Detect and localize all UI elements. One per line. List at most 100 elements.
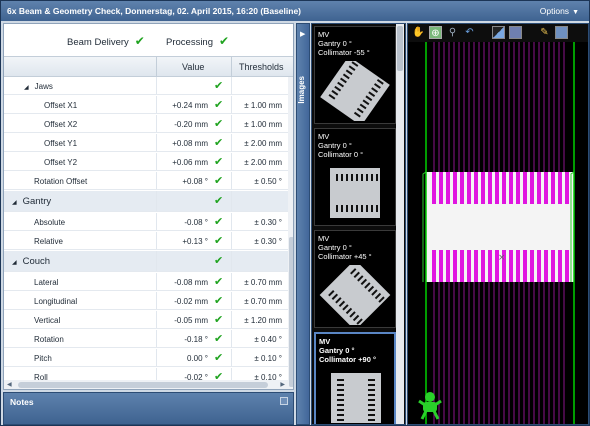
options-menu[interactable]: Options ▼	[540, 1, 579, 23]
chevron-down-icon: ▼	[572, 9, 579, 16]
image-thumbnail-list: MV Gantry 0 ° Collimator -55 ° MV Gantry 0 °…	[311, 23, 406, 425]
invert-icon[interactable]	[509, 26, 522, 39]
thumbnail-card[interactable]: MV Gantry 0 ° Collimator +45 °	[314, 230, 396, 328]
thumbnail-caption: MV Gantry 0 ° Collimator +45 °	[318, 234, 372, 261]
scroll-left-icon[interactable]: ◀	[7, 381, 12, 388]
thumbnail-image	[320, 61, 390, 121]
thumbnail-scrollbar[interactable]	[396, 24, 404, 424]
collapse-arrow-icon[interactable]: ▶	[300, 30, 305, 38]
notes-panel[interactable]: Notes	[3, 392, 294, 425]
checkmark-icon: ✔	[214, 118, 224, 130]
row-label: Vertical	[34, 316, 60, 325]
thumbnail-card[interactable]: MV Gantry 0 ° Collimator +90 °	[314, 332, 396, 424]
scrollbar-thumb[interactable]	[397, 26, 403, 71]
thumbnail-caption: MV Gantry 0 ° Collimator -55 °	[318, 30, 370, 57]
checkmark-icon: ✔	[214, 235, 224, 247]
horizontal-scrollbar[interactable]: ◀ ▶	[4, 380, 288, 389]
expand-caret-icon[interactable]: ◢	[12, 200, 17, 206]
results-table-body: ◢ Jaws ✔ Offset X1 +0.24 mm ✔ ± 1.00 mm Offset …	[4, 77, 288, 389]
pan-hand-icon[interactable]: ✋	[412, 26, 425, 39]
row-value: -0.02 mm	[174, 297, 208, 306]
checkmark-icon: ✔	[214, 137, 224, 149]
row-label-text: Rotation	[34, 335, 64, 344]
thumbnail-card[interactable]: MV Gantry 0 ° Collimator 0 °	[314, 128, 396, 226]
row-label-text: Vertical	[34, 316, 61, 325]
value-column-header[interactable]: Value	[182, 62, 204, 72]
thumbnail-card[interactable]: MV Gantry 0 ° Collimator -55 °	[314, 26, 396, 124]
magnify-icon[interactable]: ⚲	[446, 26, 459, 39]
row-label: Relative	[34, 237, 63, 246]
snapshot-icon[interactable]	[555, 26, 568, 39]
group-row[interactable]: ◢ Gantry ✔	[4, 191, 288, 212]
notes-title: Notes	[10, 397, 34, 407]
row-label-text: Offset Y1	[44, 139, 78, 148]
processing-status: Processing ✔	[166, 34, 229, 48]
checkmark-icon: ✔	[214, 80, 224, 92]
thresholds-column-header[interactable]: Thresholds	[239, 62, 284, 72]
row-threshold: ± 0.50 °	[254, 177, 282, 186]
checkmark-icon: ✔	[219, 34, 230, 48]
undo-icon[interactable]: ↶	[463, 26, 476, 39]
gantry-label: Gantry 0 °	[318, 39, 352, 48]
row-threshold: ± 2.00 mm	[244, 158, 282, 167]
row-threshold: ± 1.00 mm	[244, 120, 282, 129]
vertical-scrollbar[interactable]	[288, 77, 293, 389]
collimator-label: Collimator -55 °	[318, 48, 370, 57]
table-row: Offset X1 +0.24 mm ✔ ± 1.00 mm	[4, 96, 288, 114]
row-label: Offset X1	[44, 101, 77, 110]
options-label: Options	[539, 6, 570, 16]
row-label-text: Gantry	[22, 196, 52, 207]
row-value: -0.08 mm	[174, 278, 208, 287]
row-label-text: Offset X2	[44, 120, 78, 129]
column-divider	[231, 57, 232, 76]
scrollbar-thumb[interactable]	[289, 237, 293, 387]
row-label-text: Longitudinal	[34, 297, 78, 306]
checkmark-icon: ✔	[214, 216, 224, 228]
table-row: Relative +0.13 ° ✔ ± 0.30 °	[4, 232, 288, 250]
images-side-tab[interactable]: ▶ Images	[296, 23, 310, 425]
checkmark-icon: ✔	[214, 255, 224, 267]
row-label-text: Lateral	[34, 278, 59, 287]
checkmark-icon: ✔	[214, 195, 224, 207]
row-label-text: Jaws	[34, 82, 53, 91]
processing-label: Processing	[166, 37, 213, 48]
row-label: Offset Y1	[44, 139, 77, 148]
scrollbar-thumb[interactable]	[18, 382, 268, 388]
row-label: Offset Y2	[44, 158, 77, 167]
svg-text:×: ×	[498, 253, 506, 263]
checkmark-icon: ✔	[214, 314, 224, 326]
group-row[interactable]: ◢ Couch ✔	[4, 251, 288, 272]
expand-caret-icon[interactable]: ◢	[12, 260, 17, 266]
table-row: Lateral -0.08 mm ✔ ± 0.70 mm	[4, 273, 288, 291]
window-level-icon[interactable]	[492, 26, 505, 39]
measure-ruler-icon[interactable]: ✎	[538, 26, 551, 39]
row-label: Absolute	[34, 218, 65, 227]
table-row[interactable]: ◢ Jaws ✔	[4, 77, 288, 95]
column-divider	[156, 57, 157, 76]
scroll-right-icon[interactable]: ▶	[280, 381, 285, 388]
table-row: Rotation Offset +0.08 ° ✔ ± 0.50 °	[4, 172, 288, 190]
row-threshold: ± 0.70 mm	[244, 297, 282, 306]
expand-caret-icon[interactable]: ◢	[24, 85, 29, 91]
modality-label: MV	[319, 337, 331, 346]
column-divider	[156, 251, 157, 271]
row-label-text: Relative	[34, 237, 63, 246]
column-divider	[156, 77, 157, 94]
row-label-text: Absolute	[34, 218, 66, 227]
row-label: ◢ Couch	[12, 256, 50, 267]
checkmark-icon: ✔	[214, 276, 224, 288]
thumbnail-caption: MV Gantry 0 ° Collimator +90 °	[319, 337, 376, 364]
row-value: -0.18 °	[184, 335, 208, 344]
row-value: -0.08 °	[184, 218, 208, 227]
row-label-text: Offset Y2	[44, 158, 78, 167]
images-tab-label: Images	[297, 76, 306, 104]
row-label: Rotation Offset	[34, 177, 87, 186]
image-viewer[interactable]: ✋ ⊕ ⚲ ↶ ✎ ×	[407, 23, 589, 425]
table-row: Pitch 0.00 ° ✔ ± 0.10 °	[4, 349, 288, 367]
expand-notes-icon[interactable]	[280, 397, 288, 405]
table-row: Absolute -0.08 ° ✔ ± 0.30 °	[4, 213, 288, 231]
modality-label: MV	[318, 30, 330, 39]
beam-delivery-label: Beam Delivery	[67, 37, 129, 48]
zoom-green-icon[interactable]: ⊕	[429, 26, 442, 39]
row-threshold: ± 1.00 mm	[244, 101, 282, 110]
